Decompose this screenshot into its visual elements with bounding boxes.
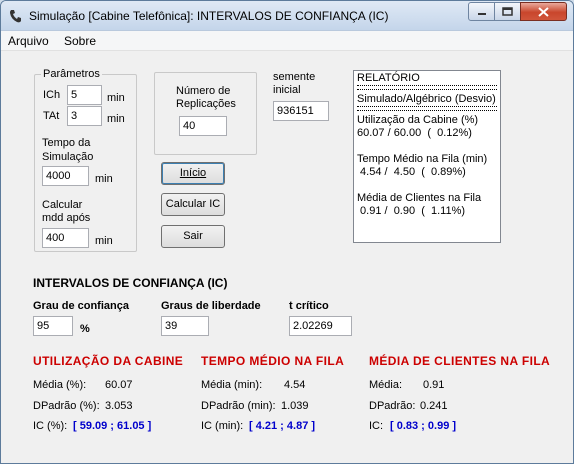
tempo-label-2: Simulação [42, 151, 94, 163]
utilizacao-dp-value: 3.053 [105, 400, 133, 412]
ich-label: ICh [43, 89, 61, 101]
clientes-dp-value: 0.241 [420, 400, 448, 412]
clientes-media-label: Média: [369, 379, 403, 391]
maximize-icon [502, 7, 513, 16]
tempo-media-value: 4.54 [284, 379, 306, 391]
report-subtitle: Simulado/Algébrico (Desvio) [357, 93, 496, 105]
replicacoes-box: Número de Replicações [154, 72, 257, 155]
app-window: Simulação [Cabine Telefônica]: INTERVALO… [0, 0, 574, 464]
calcular-label-2: mdd após [42, 212, 91, 224]
replicacoes-label-2: Replicações [176, 98, 236, 110]
utilizacao-ic-value: [ 59.09 ; 61.05 ] [73, 420, 152, 432]
parametros-title: Parâmetros [41, 68, 102, 80]
graus-liberdade-input[interactable] [161, 316, 209, 336]
sair-button[interactable]: Sair [161, 225, 225, 248]
tempo-label-1: Tempo da [42, 137, 91, 149]
tat-unit: min [107, 113, 125, 125]
calcular-unit: min [95, 235, 113, 247]
window-title: Simulação [Cabine Telefônica]: INTERVALO… [29, 9, 389, 23]
report-util-value: 60.07 / 60.00 ( 0.12%) [357, 127, 472, 139]
maximize-button[interactable] [494, 2, 521, 21]
minimize-icon [477, 12, 486, 15]
clientes-ic-value: [ 0.83 ; 0.99 ] [390, 420, 457, 432]
menu-sobre[interactable]: Sobre [64, 34, 96, 48]
t-critico-input[interactable] [289, 316, 352, 336]
replicacoes-label-1: Número de [176, 85, 231, 97]
report-tempo-label: Tempo Médio na Fila (min) [357, 153, 488, 165]
ich-unit: min [107, 92, 125, 104]
minimize-button[interactable] [468, 2, 495, 21]
tempo-media-label: Média (min): [201, 379, 263, 391]
main-panel: Parâmetros ICh min TAt min Tempo da Simu… [9, 52, 565, 457]
inicio-button[interactable]: Início [161, 162, 225, 185]
tempo-ic-label: IC (min): [201, 420, 244, 432]
close-button[interactable] [520, 2, 567, 21]
parametros-group: Parâmetros ICh min TAt min Tempo da Simu… [34, 68, 137, 252]
menu-arquivo[interactable]: Arquivo [8, 34, 49, 48]
utilizacao-media-label: Média (%): [33, 379, 87, 391]
semente-label-2: inicial [273, 84, 301, 96]
menu-bar: Arquivo Sobre [1, 31, 573, 51]
tat-input[interactable] [67, 106, 102, 126]
clientes-heading: MÉDIA DE CLIENTES NA FILA [369, 354, 551, 368]
report-tempo-value: 4.54 / 4.50 ( 0.89%) [357, 166, 466, 178]
report-title: RELATÓRIO [357, 72, 420, 84]
tempo-dp-label: DPadrão (min): [201, 400, 276, 412]
tat-label: TAt [43, 110, 60, 122]
clientes-media-value: 0.91 [423, 379, 445, 391]
utilizacao-dp-label: DPadrão (%): [33, 400, 100, 412]
title-bar[interactable]: Simulação [Cabine Telefônica]: INTERVALO… [1, 1, 573, 31]
grau-confianca-label: Grau de confiança [33, 300, 129, 312]
tempo-dp-value: 1.039 [281, 400, 309, 412]
t-critico-label: t crítico [289, 300, 329, 312]
tempo-medio-heading: TEMPO MÉDIO NA FILA [201, 354, 345, 368]
inicio-button-label: Início [179, 167, 207, 179]
semente-input[interactable] [273, 101, 329, 121]
replicacoes-input[interactable] [179, 116, 227, 136]
tempo-ic-value: [ 4.21 ; 4.87 ] [249, 420, 316, 432]
ich-input[interactable] [67, 85, 102, 105]
telephone-icon [10, 10, 21, 23]
utilizacao-heading: UTILIZAÇÃO DA CABINE [33, 354, 184, 368]
grau-confianca-input[interactable] [33, 316, 73, 336]
calcular-input[interactable] [42, 228, 89, 248]
semente-label-1: semente [273, 71, 316, 83]
tempo-input[interactable] [42, 166, 89, 186]
report-clientes-value: 0.91 / 0.90 ( 1.11%) [357, 205, 466, 217]
utilizacao-ic-label: IC (%): [33, 420, 68, 432]
report-separator [357, 85, 497, 90]
ic-heading: INTERVALOS DE CONFIANÇA (IC) [33, 276, 228, 290]
calcular-label-1: Calcular [42, 199, 83, 211]
tempo-unit: min [95, 173, 113, 185]
utilizacao-media-value: 60.07 [105, 379, 133, 391]
close-icon [538, 6, 549, 17]
clientes-dp-label: DPadrão: [369, 400, 416, 412]
report-box[interactable]: RELATÓRIO Simulado/Algébrico (Desvio) Ut… [353, 70, 501, 243]
calcular-ic-button[interactable]: Calcular IC [161, 193, 225, 216]
report-clientes-label: Média de Clientes na Fila [357, 192, 482, 204]
grau-confianca-unit: % [80, 323, 90, 335]
clientes-ic-label: IC: [369, 420, 384, 432]
graus-liberdade-label: Graus de liberdade [161, 300, 261, 312]
report-util-label: Utilização da Cabine (%) [357, 114, 479, 126]
report-separator [357, 106, 497, 111]
